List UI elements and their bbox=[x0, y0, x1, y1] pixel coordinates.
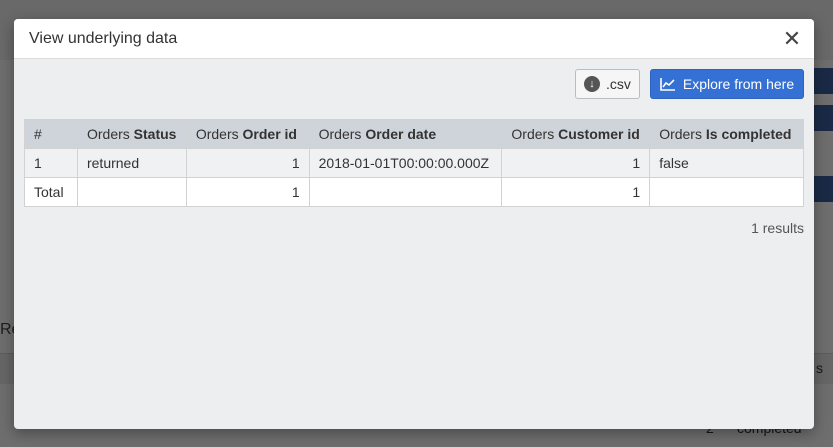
table-cell: 1 bbox=[501, 177, 651, 207]
data-table: # Orders Status Orders Order id Orders O… bbox=[24, 119, 804, 207]
csv-label: .csv bbox=[606, 76, 631, 92]
column-header-order-date[interactable]: Orders Order date bbox=[308, 119, 503, 149]
table-cell: false bbox=[649, 148, 804, 178]
table-cell: returned bbox=[76, 148, 187, 178]
modal-title: View underlying data bbox=[29, 29, 178, 47]
download-icon: ↓ bbox=[584, 76, 601, 92]
table-cell: 1 bbox=[24, 148, 78, 178]
column-header-is-completed[interactable]: Orders Is completed bbox=[649, 119, 804, 149]
table-cell: 1 bbox=[501, 148, 651, 178]
table-total-row: Total 1 1 bbox=[24, 177, 804, 207]
explore-from-here-button[interactable]: Explore from here bbox=[650, 69, 804, 99]
table-cell: 1 bbox=[185, 177, 310, 207]
modal-toolbar: ↓ .csv Explore from here bbox=[575, 69, 804, 99]
results-count: 1 results bbox=[751, 220, 804, 236]
modal-header: View underlying data ✕ bbox=[14, 19, 814, 59]
download-csv-button[interactable]: ↓ .csv bbox=[575, 69, 640, 99]
close-icon[interactable]: ✕ bbox=[782, 27, 802, 50]
underlying-data-modal: View underlying data ✕ ↓ .csv Explore fr… bbox=[14, 19, 814, 429]
column-header-index[interactable]: # bbox=[24, 119, 78, 149]
column-header-status[interactable]: Orders Status bbox=[76, 119, 187, 149]
explore-label: Explore from here bbox=[682, 76, 795, 92]
table-cell: 2018-01-01T00:00:00.000Z bbox=[308, 148, 503, 178]
table-cell bbox=[76, 177, 187, 207]
table-header-row: # Orders Status Orders Order id Orders O… bbox=[24, 119, 804, 149]
chart-explore-icon bbox=[660, 78, 675, 91]
table-cell bbox=[649, 177, 804, 207]
table-cell: Total bbox=[24, 177, 78, 207]
column-header-order-id[interactable]: Orders Order id bbox=[185, 119, 310, 149]
table-cell: 1 bbox=[185, 148, 310, 178]
table-cell bbox=[308, 177, 503, 207]
table-row: 1 returned 1 2018-01-01T00:00:00.000Z 1 … bbox=[24, 148, 804, 178]
column-header-customer-id[interactable]: Orders Customer id bbox=[501, 119, 651, 149]
